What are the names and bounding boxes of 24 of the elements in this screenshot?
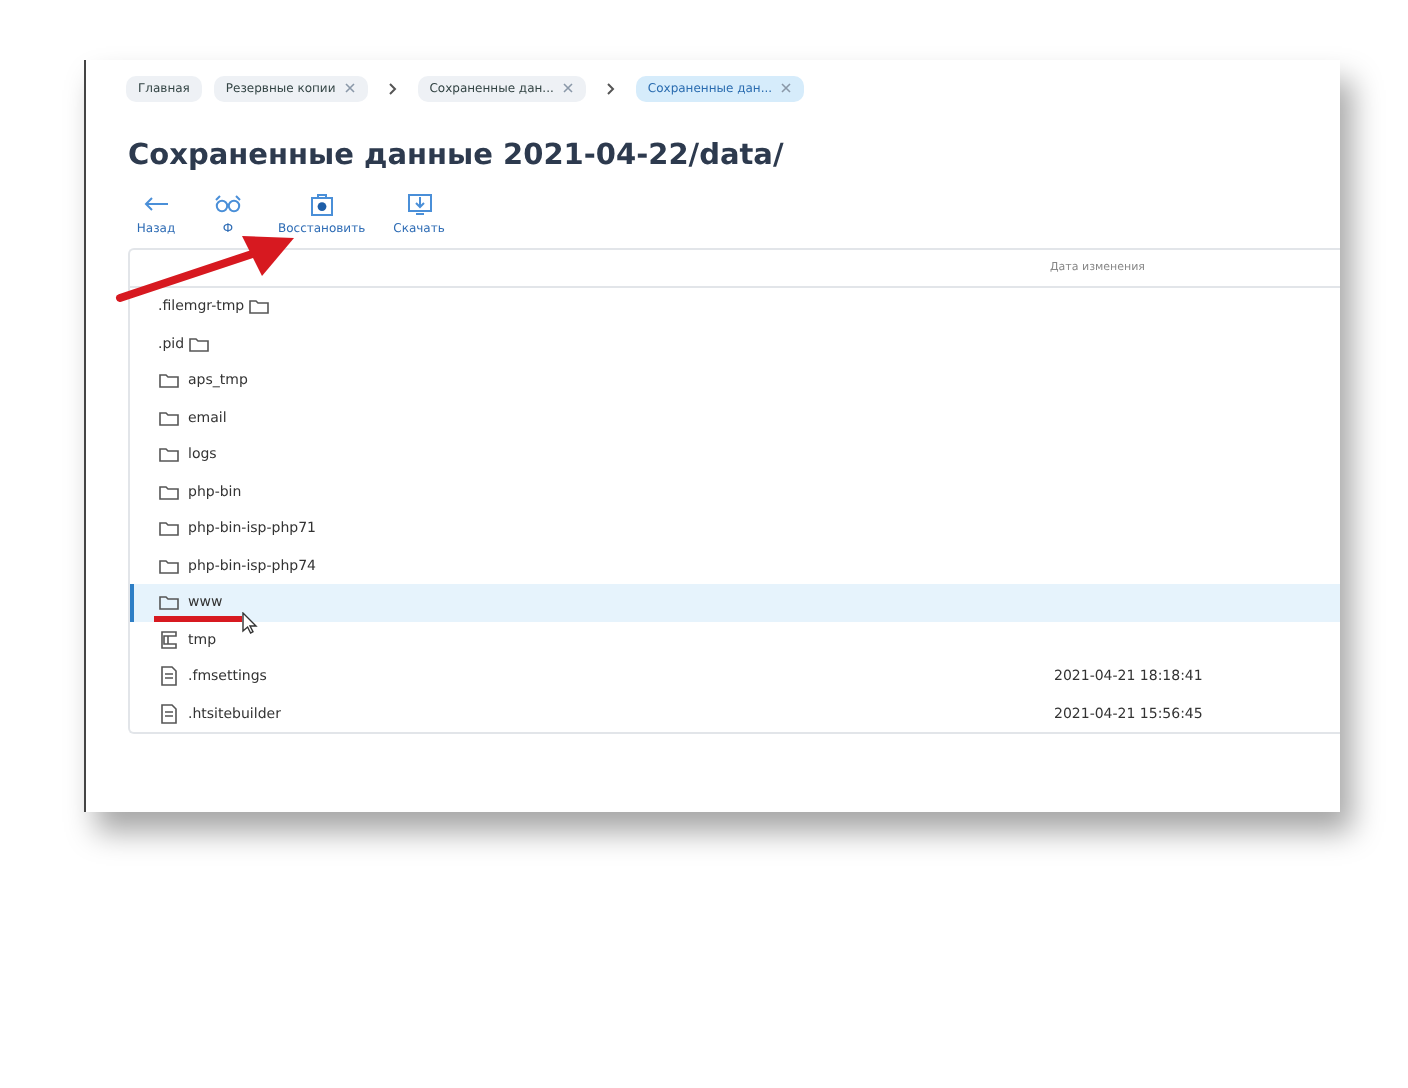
- box-icon: [307, 192, 336, 216]
- folder-icon: [158, 407, 180, 428]
- folder-icon: [158, 370, 180, 391]
- folder-icon: [158, 555, 180, 576]
- close-icon[interactable]: [780, 82, 793, 94]
- back-arrow-icon: [142, 192, 170, 216]
- page-title: Сохраненные данные 2021-04-22/data/: [128, 140, 786, 172]
- document-icon: [158, 666, 180, 687]
- mouse-cursor-icon: [242, 612, 258, 635]
- glasses-icon: [214, 192, 242, 216]
- document-icon: [158, 703, 180, 724]
- monitor-download-icon: [405, 192, 433, 216]
- folder-icon: [248, 296, 271, 317]
- folder-link-icon: [158, 629, 180, 650]
- folder-icon: [158, 518, 180, 539]
- annotation-underline: [154, 616, 242, 623]
- folder-icon: [158, 592, 180, 613]
- folder-icon: [188, 333, 211, 354]
- folder-icon: [158, 444, 180, 465]
- close-icon[interactable]: [343, 82, 356, 94]
- chevron-icon: [387, 81, 398, 95]
- close-icon[interactable]: [561, 82, 574, 94]
- folder-icon: [158, 481, 180, 502]
- chevron-icon: [605, 81, 616, 95]
